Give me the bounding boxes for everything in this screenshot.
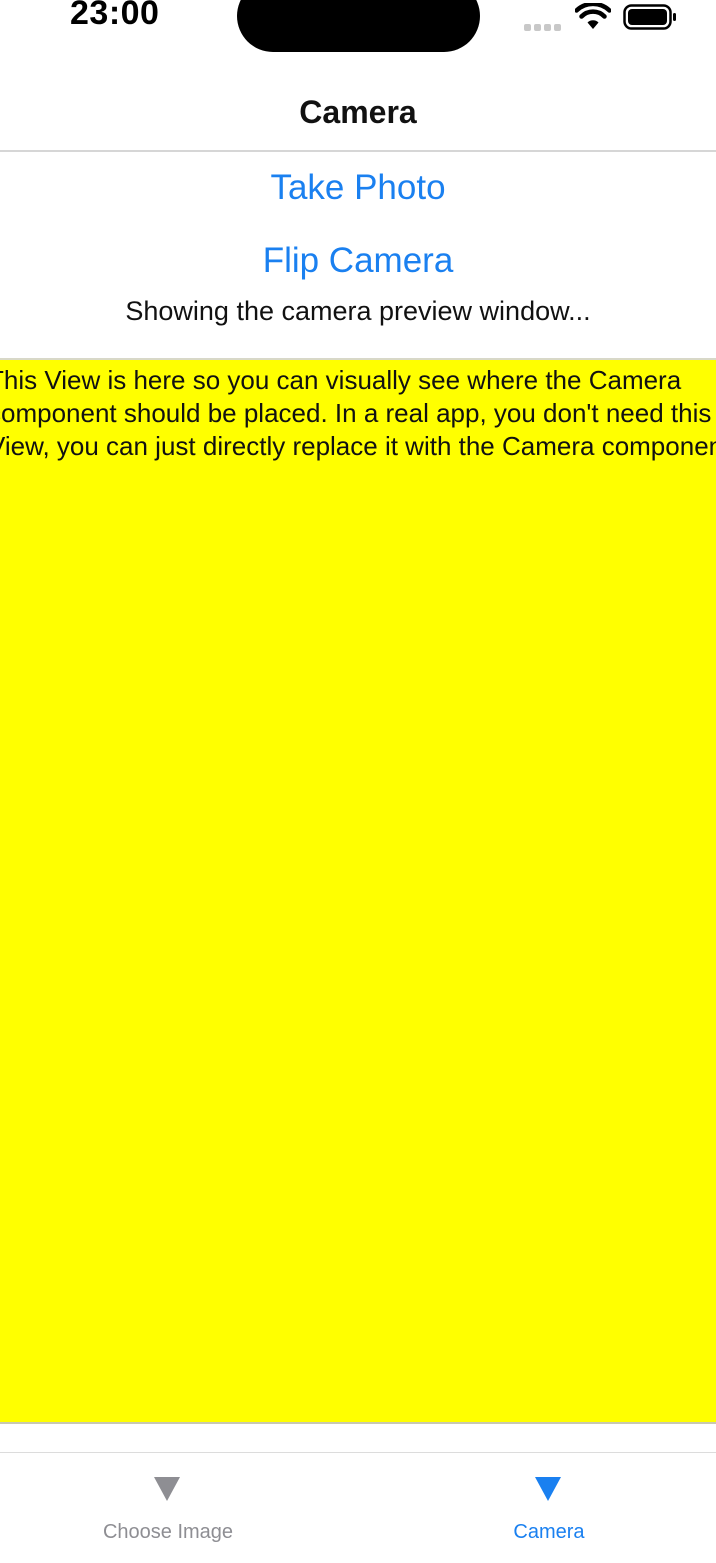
tab-camera[interactable]: Camera (358, 1453, 716, 1563)
tab-bar: Choose Image Camera (0, 1452, 716, 1563)
take-photo-button[interactable]: Take Photo (0, 167, 716, 209)
status-message: Showing the camera preview window... (125, 296, 591, 326)
dynamic-island (237, 0, 480, 52)
status-bar: 23:00 (0, 0, 716, 56)
navigation-header: Camera (0, 56, 716, 152)
tab-camera-label: Camera (513, 1521, 585, 1543)
tab-choose-image[interactable]: Choose Image (0, 1453, 358, 1563)
tab-choose-image-label: Choose Image (102, 1521, 234, 1543)
status-time: 23:00 (70, 0, 160, 32)
triangle-down-icon (154, 1477, 180, 1501)
wifi-icon (575, 3, 611, 29)
triangle-down-icon (535, 1477, 561, 1501)
cellular-signal-icon (524, 21, 564, 31)
battery-icon (623, 4, 676, 30)
page-title: Camera (299, 94, 417, 130)
camera-preview-area: This View is here so you can visually se… (0, 358, 716, 1424)
flip-camera-button[interactable]: Flip Camera (0, 240, 716, 282)
preview-placeholder-text: This View is here so you can visually se… (0, 365, 716, 461)
